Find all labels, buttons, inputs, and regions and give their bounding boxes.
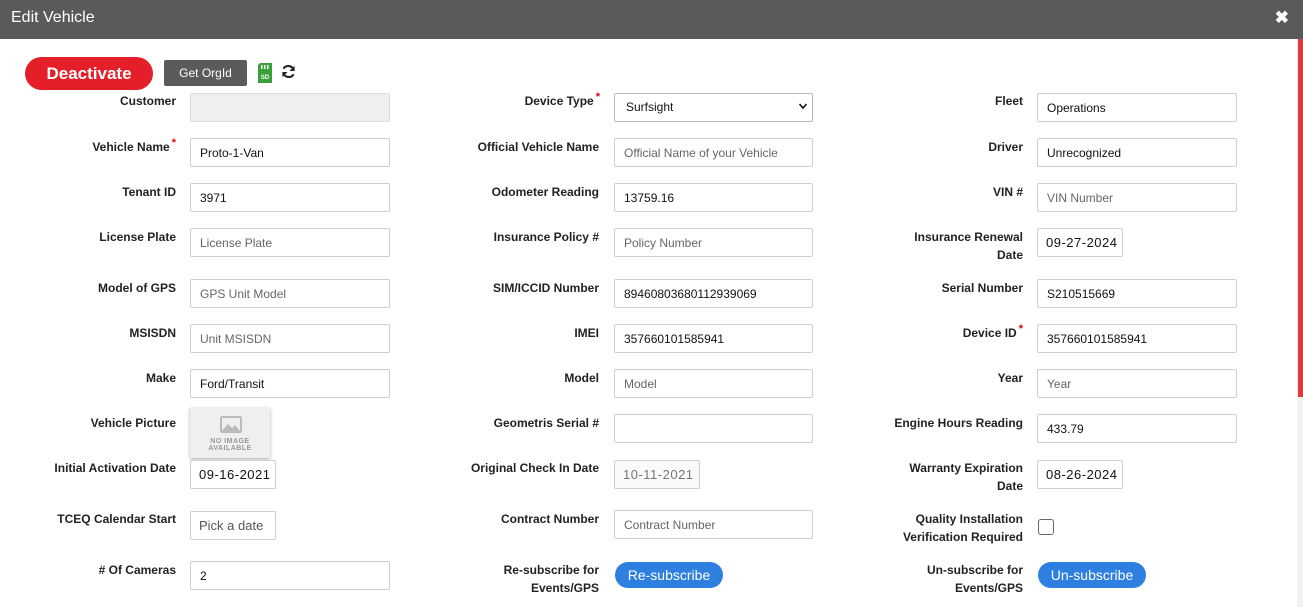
vehicle-name-label: Vehicle Name * [92, 137, 176, 154]
quality-installation-checkbox[interactable] [1038, 519, 1054, 535]
driver-label: Driver [988, 140, 1023, 154]
initial-activation-date-field[interactable]: 09-16-2021 [190, 460, 276, 489]
original-check-in-date-field: 10-11-2021 [614, 460, 700, 489]
serial-number-label: Serial Number [941, 281, 1023, 295]
insurance-renewal-date-field[interactable]: 09-27-2024 [1037, 228, 1123, 257]
insurance-policy-label: Insurance Policy # [493, 230, 599, 244]
fleet-field[interactable] [1037, 93, 1237, 122]
odometer-label: Odometer Reading [491, 185, 599, 199]
license-plate-field[interactable] [190, 228, 390, 257]
model-of-gps-field[interactable] [190, 279, 390, 308]
insurance-renewal-label: Insurance Renewal Date [914, 230, 1023, 262]
odometer-field[interactable] [614, 183, 813, 212]
num-cameras-field[interactable] [190, 561, 390, 590]
model-field[interactable] [614, 369, 813, 398]
resubscribe-button[interactable]: Re-subscribe [615, 562, 723, 588]
device-id-label: Device ID * [962, 323, 1023, 340]
chevron-down-icon [799, 103, 807, 110]
fleet-label: Fleet [994, 94, 1023, 108]
device-type-select[interactable]: Surfsight [614, 93, 813, 122]
resubscribe-label: Re-subscribe for Events/GPS [503, 563, 599, 595]
tenant-id-label: Tenant ID [122, 185, 176, 199]
unsubscribe-label: Un-subscribe for Events/GPS [926, 563, 1023, 595]
device-type-label: Device Type * [524, 91, 600, 108]
geometris-serial-label: Geometris Serial # [493, 416, 599, 430]
insurance-policy-field[interactable] [614, 228, 813, 257]
vin-label: VIN # [992, 185, 1023, 199]
vehicle-picture-placeholder[interactable]: NO IMAGE AVAILABLE [190, 408, 270, 458]
year-label: Year [997, 371, 1023, 385]
serial-number-field[interactable] [1037, 279, 1237, 308]
original-check-in-label: Original Check In Date [470, 461, 599, 475]
imei-field[interactable] [614, 324, 813, 353]
msisdn-field[interactable] [190, 324, 390, 353]
engine-hours-field[interactable] [1037, 414, 1237, 443]
imei-label: IMEI [574, 326, 599, 340]
vin-field[interactable] [1037, 183, 1237, 212]
sd-card-icon[interactable]: SD [258, 63, 272, 83]
refresh-icon[interactable] [281, 64, 296, 79]
license-plate-label: License Plate [99, 230, 176, 244]
vehicle-picture-label: Vehicle Picture [90, 416, 176, 430]
device-id-field[interactable] [1037, 324, 1237, 353]
make-label: Make [145, 371, 176, 385]
sim-iccid-label: SIM/ICCID Number [492, 281, 599, 295]
quality-installation-label: Quality Installation Verification Require… [902, 512, 1023, 544]
model-label: Model [564, 371, 599, 385]
modal-title-bar: Edit Vehicle ✖ [0, 0, 1303, 39]
driver-field[interactable] [1037, 138, 1237, 167]
num-cameras-label: # Of Cameras [98, 563, 176, 577]
no-image-text: NO IMAGE AVAILABLE [208, 438, 252, 452]
image-icon [220, 416, 242, 433]
sim-iccid-field[interactable] [614, 279, 813, 308]
geometris-serial-field[interactable] [614, 414, 813, 443]
customer-label: Customer [119, 94, 176, 108]
svg-text:SD: SD [261, 75, 270, 81]
warranty-expiration-date-field[interactable]: 08-26-2024 [1037, 460, 1123, 489]
year-field[interactable] [1037, 369, 1237, 398]
official-vehicle-name-field[interactable] [614, 138, 813, 167]
deactivate-button[interactable]: Deactivate [25, 57, 153, 90]
contract-number-field[interactable] [614, 510, 813, 539]
get-orgid-button[interactable]: Get OrgId [164, 60, 247, 86]
official-vehicle-name-label: Official Vehicle Name [477, 140, 599, 154]
close-icon[interactable]: ✖ [1275, 8, 1289, 28]
initial-activation-label: Initial Activation Date [54, 461, 176, 475]
engine-hours-label: Engine Hours Reading [894, 416, 1023, 430]
modal-title: Edit Vehicle [11, 9, 95, 26]
warranty-expiration-label: Warranty Expiration Date [909, 461, 1023, 493]
tenant-id-field[interactable] [190, 183, 390, 212]
make-field[interactable] [190, 369, 390, 398]
model-of-gps-label: Model of GPS [98, 281, 176, 295]
tceq-calendar-label: TCEQ Calendar Start [57, 512, 176, 526]
contract-number-label: Contract Number [500, 512, 599, 526]
vehicle-name-field[interactable] [190, 138, 390, 167]
tceq-calendar-date-field[interactable]: Pick a date [190, 511, 276, 540]
scrollbar-thumb[interactable] [1298, 39, 1303, 397]
msisdn-label: MSISDN [129, 326, 176, 340]
unsubscribe-button[interactable]: Un-subscribe [1038, 562, 1146, 588]
customer-field [190, 93, 390, 122]
